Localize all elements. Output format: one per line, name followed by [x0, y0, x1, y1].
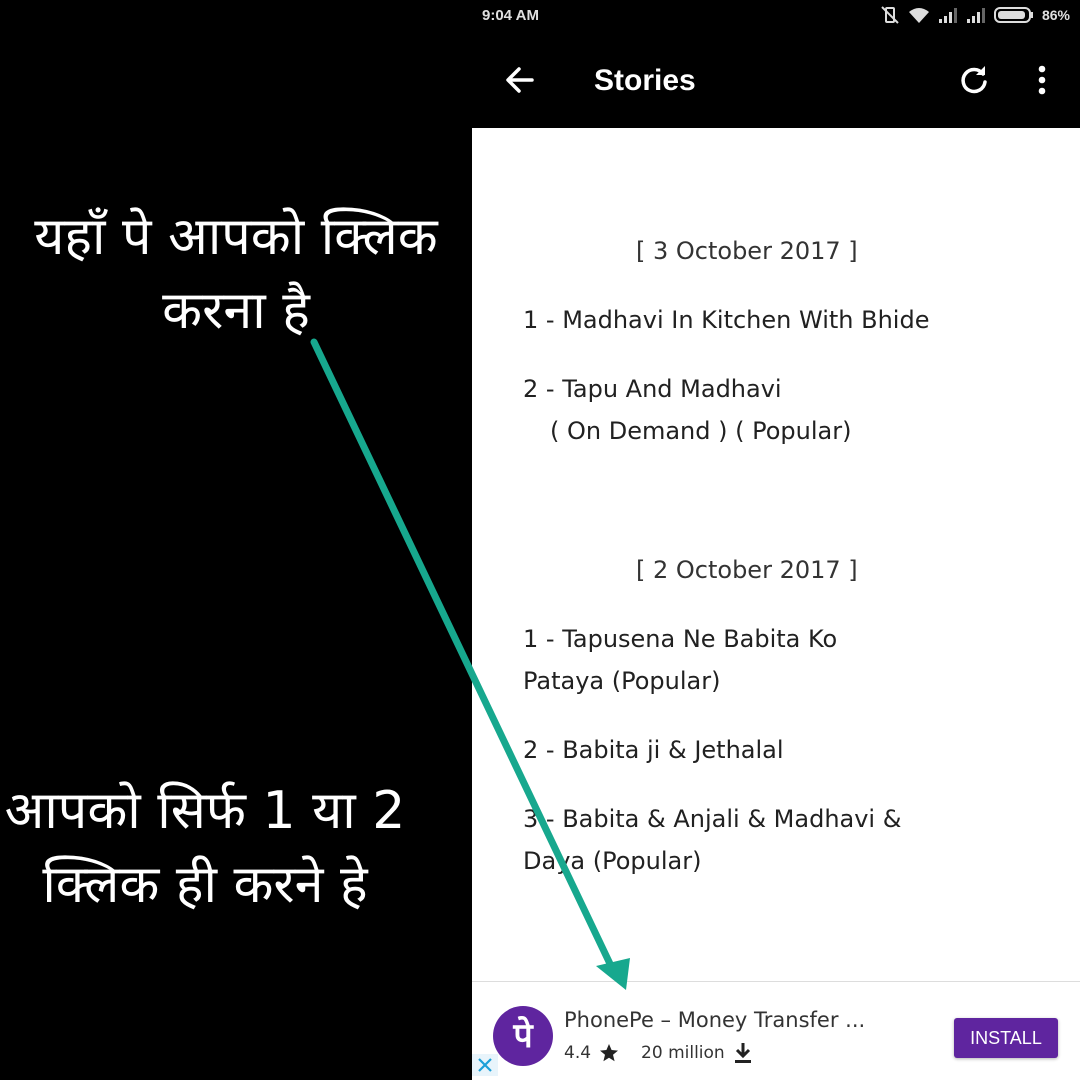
status-bar: 9:04 AM 86%: [472, 0, 1080, 34]
battery-icon: [993, 7, 1033, 23]
arrow-left-icon[interactable]: [502, 62, 538, 98]
ad-rating: 4.4: [564, 1043, 592, 1063]
star-icon: [600, 1044, 619, 1062]
battery-percent: 86%: [1041, 7, 1070, 23]
status-icons: 86%: [880, 6, 1070, 24]
stories-list: [ 3 October 2017 ] 1 - Madhavi In Kitche…: [472, 128, 1080, 981]
more-vertical-icon[interactable]: [1032, 62, 1052, 98]
story-item-tags[interactable]: ( On Demand ) ( Popular): [550, 410, 1070, 452]
ad-downloads: 20 million: [641, 1043, 725, 1063]
section-date: [ 3 October 2017 ]: [636, 237, 858, 265]
signal-icon-2: [966, 8, 985, 23]
status-time: 9:04 AM: [482, 7, 539, 24]
page-title: Stories: [594, 64, 696, 97]
left-overlay-panel: यहाँ पे आपको क्लिक करना है आपको सिर्फ 1 …: [0, 0, 472, 1080]
story-item[interactable]: 3 - Babita & Anjali & Madhavi &: [523, 798, 1043, 840]
phonepe-logo[interactable]: पे: [493, 1006, 553, 1066]
install-button[interactable]: INSTALL: [954, 1018, 1058, 1058]
download-icon: [734, 1043, 751, 1063]
refresh-icon[interactable]: [956, 62, 992, 98]
phone-screen: 9:04 AM 86% Stories [ 3 October 2017 ] 1…: [472, 0, 1080, 1080]
hint-text-top: यहाँ पे आपको क्लिक करना है: [34, 207, 438, 341]
story-item-continued[interactable]: Pataya (Popular): [523, 660, 1043, 702]
story-item[interactable]: 1 - Madhavi In Kitchen With Bhide: [523, 299, 1043, 341]
wifi-icon: [908, 8, 929, 23]
ad-title[interactable]: PhonePe – Money Transfer ...: [564, 1008, 865, 1032]
vibrate-off-icon: [881, 6, 899, 24]
section-date: [ 2 October 2017 ]: [636, 556, 858, 584]
story-item[interactable]: 2 - Tapu And Madhavi: [523, 368, 1043, 410]
hint-text-bottom: आपको सिर्फ 1 या 2 क्लिक ही करने हे: [4, 781, 406, 915]
signal-icon: [938, 8, 957, 23]
story-item[interactable]: 2 - Babita ji & Jethalal: [523, 729, 1043, 771]
ad-meta: 4.4 20 million: [564, 1042, 753, 1064]
ad-banner[interactable]: पे PhonePe – Money Transfer ... 4.4 20 m…: [472, 996, 1080, 1080]
story-item[interactable]: 1 - Tapusena Ne Babita Ko: [523, 618, 1043, 660]
app-bar: Stories: [472, 34, 1080, 128]
close-icon[interactable]: [472, 1054, 498, 1076]
story-item-continued[interactable]: Daya (Popular): [523, 840, 1043, 882]
divider: [472, 981, 1080, 982]
